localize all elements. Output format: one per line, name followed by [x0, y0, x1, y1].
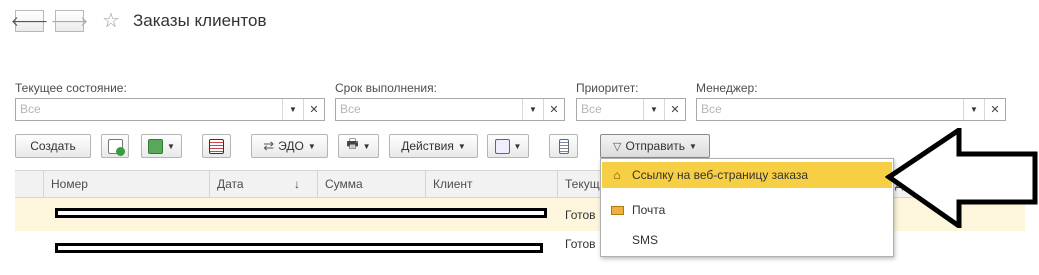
priority-filter-label: Приоритет:: [576, 81, 639, 95]
priority-filter[interactable]: Все ▼ ✕: [576, 98, 686, 121]
clear-icon[interactable]: ✕: [543, 99, 564, 120]
clear-icon[interactable]: ✕: [664, 99, 685, 120]
edo-icon: ⇄: [263, 138, 275, 153]
menu-item-label: Ссылку на веб-страницу заказа: [632, 168, 809, 182]
column-date[interactable]: Дата: [217, 177, 244, 191]
chevron-down-icon: ▼: [307, 141, 316, 151]
report-icon: [209, 138, 224, 154]
web-link-icon: ⌂: [613, 168, 621, 182]
documents-icon: [148, 138, 164, 154]
send-label: Отправить: [625, 139, 686, 153]
menu-item-label: SMS: [632, 233, 659, 247]
sort-down-icon: ↓: [294, 177, 300, 191]
row-status: Готов: [565, 208, 596, 222]
send-button[interactable]: ▽ Отправить ▼: [600, 134, 710, 158]
chevron-down-icon: ▼: [167, 141, 175, 151]
menu-item-web-link[interactable]: ⌂ Ссылку на веб-страницу заказа: [602, 162, 892, 188]
annotation-arrow-icon: [885, 128, 1038, 228]
chevron-down-icon[interactable]: ▼: [282, 99, 303, 120]
related-documents-button[interactable]: ▼: [487, 134, 529, 158]
menu-item-label: Почта: [632, 203, 666, 217]
status-filter[interactable]: Все ▼ ✕: [15, 98, 325, 121]
list-settings-button[interactable]: [549, 134, 578, 158]
chevron-down-icon[interactable]: ▼: [522, 99, 543, 120]
edo-button[interactable]: ⇄ ЭДО ▼: [251, 134, 328, 158]
manager-filter-input[interactable]: Все: [697, 99, 963, 120]
status-filter-label: Текущее состояние:: [15, 81, 127, 95]
redacted-block: [55, 208, 547, 218]
due-filter-input[interactable]: Все: [336, 99, 522, 120]
chevron-down-icon: ▼: [513, 141, 522, 151]
add-document-icon: [107, 138, 125, 156]
redacted-block: [55, 243, 543, 253]
chevron-down-icon: ▼: [362, 141, 371, 151]
clear-icon[interactable]: ✕: [303, 99, 324, 120]
clear-icon[interactable]: ✕: [984, 99, 1005, 120]
due-filter[interactable]: Все ▼ ✕: [335, 98, 565, 121]
chevron-down-icon[interactable]: ▼: [643, 99, 664, 120]
create-based-on-button[interactable]: ▼: [141, 134, 182, 158]
priority-filter-input[interactable]: Все: [577, 99, 643, 120]
print-button[interactable]: 🖶 ▼: [338, 134, 379, 158]
column-number[interactable]: Номер: [51, 177, 88, 191]
edo-label: ЭДО: [278, 139, 304, 153]
star-icon[interactable]: ☆: [102, 8, 120, 33]
envelope-icon: [602, 205, 632, 215]
chevron-down-icon: ▼: [689, 141, 697, 151]
actions-button[interactable]: Действия ▼: [389, 134, 478, 158]
status-filter-input[interactable]: Все: [16, 99, 282, 120]
send-menu: ⌂ Ссылку на веб-страницу заказа Почта SM…: [600, 158, 894, 257]
page-title: Заказы клиентов: [133, 11, 267, 30]
manager-filter[interactable]: Все ▼ ✕: [696, 98, 1006, 121]
related-documents-icon: [494, 138, 510, 154]
column-current-status[interactable]: Текущ: [565, 177, 600, 191]
menu-item-sms[interactable]: SMS: [602, 227, 892, 253]
column-client[interactable]: Клиент: [433, 177, 473, 191]
printer-icon: 🖶: [346, 136, 359, 151]
manager-filter-label: Менеджер:: [696, 81, 758, 95]
chevron-down-icon[interactable]: ▼: [963, 99, 984, 120]
chevron-down-icon: ▼: [457, 141, 466, 151]
copy-button[interactable]: [101, 134, 129, 158]
filter-icon: ▽: [613, 140, 622, 153]
create-button[interactable]: Создать: [15, 134, 91, 158]
due-filter-label: Срок выполнения:: [335, 81, 437, 95]
back-button[interactable]: 🡐: [11, 10, 48, 32]
column-amount[interactable]: Сумма: [325, 177, 363, 191]
actions-label: Действия: [401, 139, 454, 153]
arrow-left-icon: 🡐: [10, 12, 49, 29]
row-status: Готов: [565, 237, 596, 251]
menu-item-email[interactable]: Почта: [602, 197, 892, 223]
arrow-right-icon: 🡒: [50, 12, 89, 29]
forward-button[interactable]: 🡒: [51, 10, 88, 32]
report-button[interactable]: [202, 134, 231, 158]
list-icon: [558, 138, 569, 154]
